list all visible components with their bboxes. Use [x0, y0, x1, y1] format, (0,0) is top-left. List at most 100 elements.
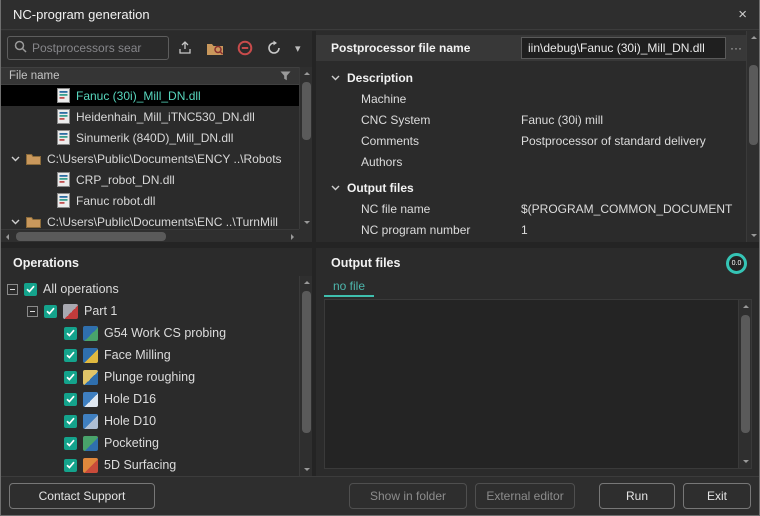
scrollbar-thumb[interactable] [302, 291, 311, 433]
output-files-title: Output files [331, 256, 400, 270]
file-list-vertical-scrollbar[interactable] [299, 67, 312, 229]
scrollbar-thumb[interactable] [302, 82, 311, 140]
property-row[interactable]: CommentsPostprocessor of standard delive… [316, 130, 746, 151]
tab-no-file[interactable]: no file [324, 277, 374, 297]
postprocessor-file-path-field[interactable]: iin\debug\Fanuc (30i)_Mill_DN.dll [521, 37, 726, 59]
operation-checkbox[interactable] [64, 349, 77, 362]
operations-panel: Operations All operationsPart 1G54 Work … [1, 248, 312, 476]
operation-label: Part 1 [84, 304, 117, 318]
scroll-down-icon[interactable] [747, 229, 760, 242]
search-box [7, 36, 169, 60]
operation-label: G54 Work CS probing [104, 326, 226, 340]
property-value: 1 [521, 223, 746, 237]
dll-file-icon [57, 193, 70, 208]
operation-row[interactable]: Pocketing [1, 432, 299, 454]
output-file-content[interactable] [324, 299, 752, 469]
operation-row[interactable]: Hole D10 [1, 410, 299, 432]
property-row[interactable]: Machine [316, 88, 746, 109]
chevron-down-icon [331, 75, 340, 81]
operation-checkbox[interactable] [64, 327, 77, 340]
column-header-label: File name [9, 70, 60, 82]
exit-button[interactable]: Exit [683, 483, 751, 509]
search-input[interactable] [32, 41, 162, 55]
file-name-label: Fanuc (30i)_Mill_DN.dll [76, 89, 201, 103]
file-name-column-header[interactable]: File name [1, 67, 299, 85]
operation-checkbox[interactable] [64, 459, 77, 472]
operation-row[interactable]: Face Milling [1, 344, 299, 366]
browse-ellipsis-button[interactable]: ··· [726, 41, 746, 55]
plunge-roughing-icon [83, 370, 98, 385]
browser-toolbar: ▾ [177, 36, 301, 60]
scrollbar-corner [299, 229, 312, 242]
property-row[interactable]: NC file name$(PROGRAM_COMMON_DOCUMENT [316, 198, 746, 219]
file-tree-file-row[interactable]: Sinumerik (840D)_Mill_DN.dll [1, 127, 299, 148]
file-tree-file-row[interactable]: Heidenhain_Mill_iTNC530_DN.dll [1, 106, 299, 127]
operation-checkbox[interactable] [64, 393, 77, 406]
properties-vertical-scrollbar[interactable] [746, 31, 759, 242]
operation-label: Pocketing [104, 436, 159, 450]
contact-support-button[interactable]: Contact Support [9, 483, 155, 509]
operation-label: Face Milling [104, 348, 171, 362]
external-editor-button[interactable]: External editor [475, 483, 575, 509]
file-tree-file-row[interactable]: CRP_robot_DN.dll [1, 169, 299, 190]
scrollbar-thumb[interactable] [749, 65, 758, 145]
collapse-toggle-icon[interactable] [27, 306, 38, 317]
operation-row[interactable]: All operations [1, 278, 299, 300]
dll-file-icon [57, 109, 70, 124]
file-name-label: C:\Users\Public\Documents\ENC ..\TurnMil… [47, 215, 278, 229]
refresh-icon[interactable] [266, 40, 282, 56]
close-icon[interactable]: × [738, 7, 747, 22]
property-label: NC program number [361, 223, 521, 237]
scrollbar-thumb[interactable] [741, 315, 750, 433]
operation-checkbox[interactable] [64, 371, 77, 384]
dropdown-arrow-icon[interactable]: ▾ [295, 42, 301, 55]
output-vertical-scrollbar[interactable] [738, 300, 751, 468]
file-list: Fanuc (30i)_Mill_DN.dll Heidenhain_Mill_i… [1, 85, 299, 229]
operation-checkbox[interactable] [44, 305, 57, 318]
scroll-down-icon[interactable] [739, 455, 752, 468]
part-icon [63, 304, 78, 319]
operation-checkbox[interactable] [24, 283, 37, 296]
file-list-horizontal-scrollbar[interactable] [1, 229, 299, 242]
scroll-up-icon[interactable] [747, 31, 760, 44]
filter-icon[interactable] [280, 71, 291, 81]
property-section-header[interactable]: Description [316, 67, 746, 88]
property-row[interactable]: NC program number1 [316, 219, 746, 240]
scrollbar-thumb[interactable] [16, 232, 166, 241]
file-tree-folder-row[interactable]: C:\Users\Public\Documents\ENCY ..\Robots [1, 148, 299, 169]
operation-row[interactable]: 5D Surfacing [1, 454, 299, 476]
operations-tree: All operations Part 1 G54 Work CS probing F… [1, 278, 299, 476]
show-in-folder-button[interactable]: Show in folder [349, 483, 467, 509]
postprocessor-browser-panel: ▾ File name Fanuc (30i)_Mill_DN.dll Heide… [1, 31, 312, 242]
operation-label: Plunge roughing [104, 370, 195, 384]
file-name-label: C:\Users\Public\Documents\ENCY ..\Robots [47, 152, 282, 166]
folder-icon [26, 216, 41, 228]
file-tree-file-row[interactable]: Fanuc robot.dll [1, 190, 299, 211]
browse-folder-icon[interactable] [206, 41, 224, 56]
operation-row[interactable]: Plunge roughing [1, 366, 299, 388]
property-section-header[interactable]: Output files [316, 177, 746, 198]
property-row[interactable]: CNC SystemFanuc (30i) mill [316, 109, 746, 130]
property-label: Comments [361, 134, 521, 148]
operation-checkbox[interactable] [64, 437, 77, 450]
file-tree-folder-row[interactable]: C:\Users\Public\Documents\ENC ..\TurnMil… [1, 211, 299, 229]
operation-row[interactable]: Hole D16 [1, 388, 299, 410]
scroll-up-icon[interactable] [739, 300, 752, 313]
operation-label: Hole D10 [104, 414, 156, 428]
probing-icon [83, 326, 98, 341]
property-row[interactable]: Authors [316, 151, 746, 172]
dll-file-icon [57, 130, 70, 145]
remove-icon[interactable] [237, 40, 253, 56]
operations-vertical-scrollbar[interactable] [299, 276, 312, 476]
operation-row[interactable]: G54 Work CS probing [1, 322, 299, 344]
file-tree-file-row[interactable]: Fanuc (30i)_Mill_DN.dll [1, 85, 299, 106]
operation-checkbox[interactable] [64, 415, 77, 428]
collapse-toggle-icon[interactable] [7, 284, 18, 295]
operation-row[interactable]: Part 1 [1, 300, 299, 322]
run-button[interactable]: Run [599, 483, 675, 509]
export-icon[interactable] [177, 40, 193, 56]
footer-bar: Contact Support Show in folder External … [1, 476, 759, 515]
postprocessor-file-name-label: Postprocessor file name [331, 41, 521, 55]
operation-label: 5D Surfacing [104, 458, 176, 472]
footer-right-group: Show in folder External editor Run Exit [349, 483, 751, 509]
